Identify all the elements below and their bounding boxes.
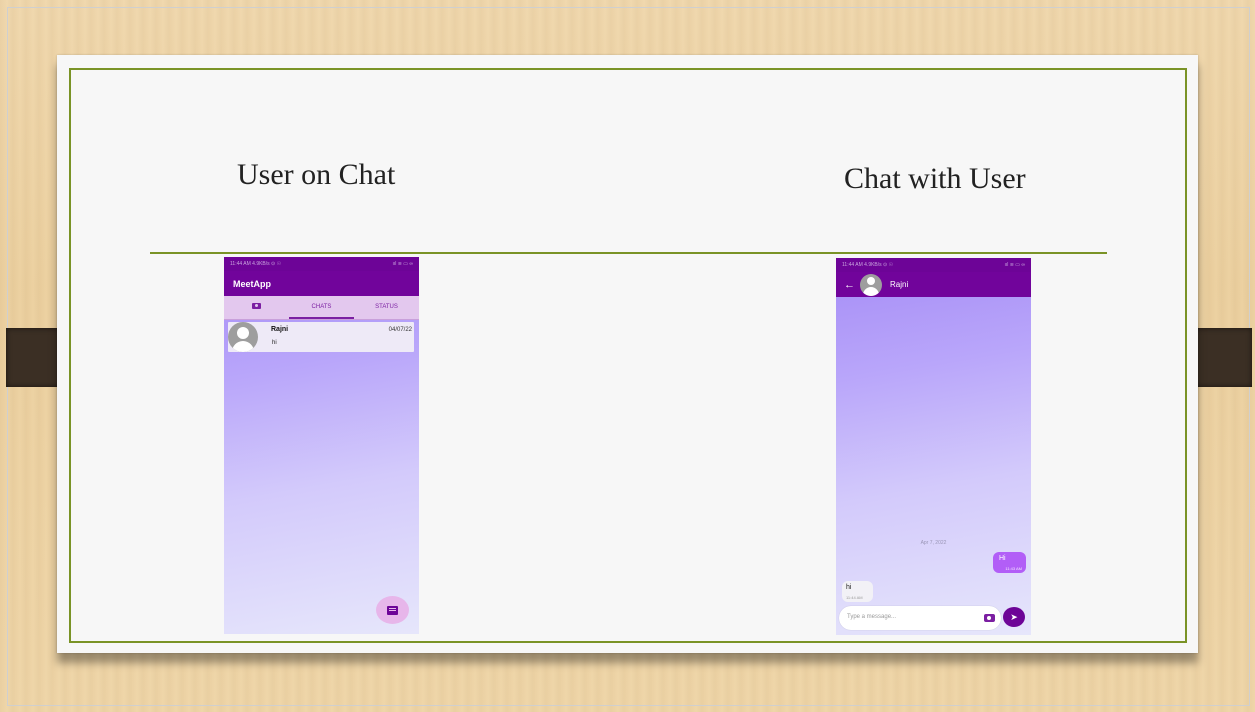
camera-icon[interactable]	[984, 614, 995, 622]
app-title: MeetApp	[233, 278, 271, 289]
status-left-text: 11:44 AM 4.9KB/s ⊙ ☉	[230, 261, 282, 267]
send-button[interactable]: ➤	[1003, 607, 1025, 627]
avatar[interactable]	[860, 273, 882, 296]
message-input[interactable]: Type a message...	[839, 606, 1001, 630]
tab-status[interactable]: STATUS	[354, 296, 419, 319]
new-message-icon	[387, 605, 398, 615]
incoming-message: hi 11:44 AM	[842, 581, 873, 602]
message-time: 11:44 AM	[846, 595, 863, 600]
message-time: 11:43 AM	[1005, 566, 1022, 571]
tab-camera[interactable]	[224, 296, 289, 319]
message-input-placeholder: Type a message...	[847, 614, 897, 620]
new-chat-button[interactable]	[376, 596, 409, 624]
tab-chats[interactable]: CHATS	[289, 296, 354, 319]
slide-title-left: User on Chat	[237, 158, 396, 191]
chat-list-item[interactable]: Rajni 04/07/22 hi	[228, 322, 414, 352]
message-text: Hi	[999, 555, 1006, 562]
conversation-screenshot: 11:44 AM 4.9KB/s ⊙ ☉ ııl ≋ ▭ ∞ ← Rajni A…	[836, 258, 1031, 635]
conversation-header: ← Rajni	[836, 272, 1031, 297]
chat-last-message: hi	[272, 340, 277, 346]
send-icon: ➤	[1010, 611, 1018, 622]
back-arrow-icon[interactable]: ←	[844, 279, 860, 291]
contact-name: Rajni	[890, 280, 909, 289]
slide-title-right: Chat with User	[844, 162, 1026, 195]
app-bar: MeetApp	[224, 271, 419, 296]
chat-contact-name: Rajni	[271, 326, 289, 333]
status-bar: 11:44 AM 4.9KB/s ⊙ ☉ ııl ≋ ▭ ∞	[224, 257, 419, 271]
status-right-text: ııl ≋ ▭ ∞	[1004, 262, 1025, 268]
date-separator: Apr 7, 2022	[920, 540, 947, 546]
camera-icon	[252, 303, 261, 309]
status-right-text: ııl ≋ ▭ ∞	[392, 261, 413, 267]
chat-list-screenshot: 11:44 AM 4.9KB/s ⊙ ☉ ııl ≋ ▭ ∞ MeetApp C…	[224, 257, 419, 634]
status-bar: 11:44 AM 4.9KB/s ⊙ ☉ ııl ≋ ▭ ∞	[836, 258, 1031, 272]
tab-bar: CHATS STATUS	[224, 296, 419, 320]
message-text: hi	[846, 584, 852, 591]
avatar	[228, 322, 258, 352]
chat-date: 04/07/22	[388, 327, 412, 333]
status-left-text: 11:44 AM 4.9KB/s ⊙ ☉	[842, 262, 894, 268]
outgoing-message: Hi 11:43 AM	[993, 552, 1026, 573]
title-divider	[150, 252, 1107, 254]
